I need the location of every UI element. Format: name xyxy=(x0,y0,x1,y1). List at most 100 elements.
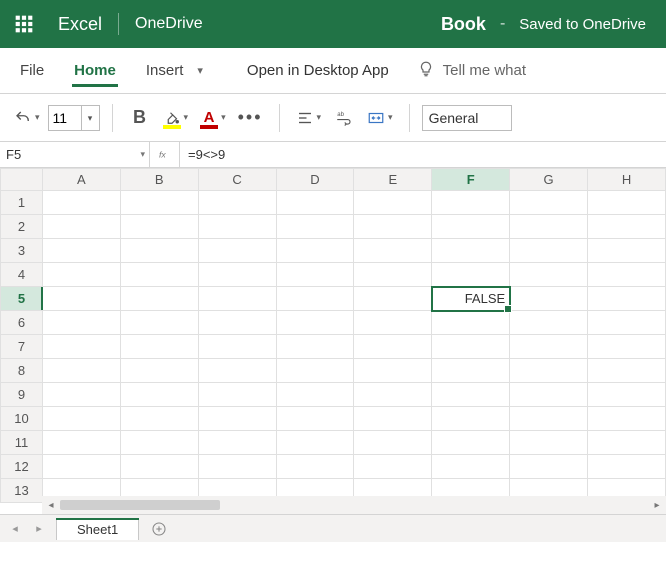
undo-button[interactable]: ▾ xyxy=(10,103,44,133)
cell[interactable] xyxy=(588,311,666,335)
cell[interactable] xyxy=(432,455,510,479)
cell[interactable] xyxy=(510,215,588,239)
cell[interactable] xyxy=(120,359,198,383)
merge-button[interactable]: ▾ xyxy=(363,103,397,133)
cell[interactable] xyxy=(354,455,432,479)
cell[interactable] xyxy=(120,287,198,311)
tab-home[interactable]: Home xyxy=(60,48,130,93)
location-label[interactable]: OneDrive xyxy=(135,15,203,33)
cell[interactable] xyxy=(276,431,354,455)
cell[interactable] xyxy=(42,287,120,311)
cell[interactable] xyxy=(198,287,276,311)
cell[interactable] xyxy=(42,431,120,455)
scroll-thumb[interactable] xyxy=(60,500,220,510)
cell[interactable] xyxy=(42,335,120,359)
cell[interactable] xyxy=(354,383,432,407)
column-header[interactable]: F xyxy=(432,169,510,191)
cell[interactable] xyxy=(588,215,666,239)
cell[interactable] xyxy=(354,215,432,239)
chevron-down-icon[interactable]: ▾ xyxy=(140,149,145,160)
cell[interactable] xyxy=(432,311,510,335)
font-size-input[interactable]: ▾ xyxy=(48,105,100,131)
spreadsheet-grid[interactable]: ABCDEFGH 12345FALSE678910111213 xyxy=(0,168,666,503)
row-header[interactable]: 13 xyxy=(1,479,43,503)
cell[interactable] xyxy=(432,215,510,239)
tab-insert[interactable]: Insert xyxy=(132,48,198,93)
cell[interactable] xyxy=(120,311,198,335)
fill-color-button[interactable]: ▾ xyxy=(159,103,193,133)
cell[interactable] xyxy=(588,191,666,215)
row-header[interactable]: 12 xyxy=(1,455,43,479)
cell[interactable] xyxy=(120,263,198,287)
select-all-corner[interactable] xyxy=(1,169,43,191)
column-header[interactable]: C xyxy=(198,169,276,191)
cell[interactable] xyxy=(432,383,510,407)
cell[interactable] xyxy=(120,239,198,263)
row-header[interactable]: 3 xyxy=(1,239,43,263)
sheet-tab[interactable]: Sheet1 xyxy=(56,518,139,540)
horizontal-scrollbar[interactable]: ◂ ▸ xyxy=(42,496,666,514)
number-format-select[interactable]: General xyxy=(422,105,512,131)
cell[interactable] xyxy=(510,287,588,311)
cell[interactable] xyxy=(120,407,198,431)
cell[interactable] xyxy=(510,383,588,407)
font-color-button[interactable]: A ▾ xyxy=(196,103,230,133)
cell[interactable] xyxy=(510,335,588,359)
row-header[interactable]: 7 xyxy=(1,335,43,359)
row-header[interactable]: 11 xyxy=(1,431,43,455)
cell[interactable] xyxy=(198,335,276,359)
cell[interactable] xyxy=(198,191,276,215)
cell[interactable] xyxy=(42,239,120,263)
fx-icon[interactable]: fx xyxy=(150,142,180,167)
cell[interactable] xyxy=(198,215,276,239)
cell[interactable] xyxy=(276,215,354,239)
cell[interactable] xyxy=(120,335,198,359)
cell[interactable] xyxy=(432,239,510,263)
cell[interactable] xyxy=(276,191,354,215)
cell[interactable] xyxy=(198,263,276,287)
more-tabs-chevron-icon[interactable]: ▾ xyxy=(193,60,207,81)
cell[interactable] xyxy=(42,311,120,335)
cell[interactable] xyxy=(432,359,510,383)
row-header[interactable]: 5 xyxy=(1,287,43,311)
font-size-value[interactable] xyxy=(49,110,81,126)
cell[interactable] xyxy=(354,407,432,431)
row-header[interactable]: 4 xyxy=(1,263,43,287)
sheet-nav-next-icon[interactable]: ▸ xyxy=(28,522,50,535)
cell[interactable] xyxy=(120,455,198,479)
cell[interactable] xyxy=(432,407,510,431)
cell[interactable] xyxy=(42,359,120,383)
tab-file[interactable]: File xyxy=(6,48,58,93)
app-name[interactable]: Excel xyxy=(58,14,102,35)
cell[interactable] xyxy=(276,239,354,263)
cell[interactable] xyxy=(588,335,666,359)
row-header[interactable]: 8 xyxy=(1,359,43,383)
row-header[interactable]: 1 xyxy=(1,191,43,215)
cell[interactable] xyxy=(510,191,588,215)
cell[interactable] xyxy=(354,311,432,335)
row-header[interactable]: 2 xyxy=(1,215,43,239)
cell[interactable] xyxy=(42,191,120,215)
more-formatting-button[interactable]: ••• xyxy=(234,103,267,133)
cell[interactable] xyxy=(354,191,432,215)
cell[interactable] xyxy=(42,455,120,479)
cell[interactable] xyxy=(120,215,198,239)
cell[interactable] xyxy=(510,239,588,263)
app-launcher-icon[interactable] xyxy=(8,8,40,40)
cell[interactable] xyxy=(354,263,432,287)
font-size-dropdown-icon[interactable]: ▾ xyxy=(81,106,99,130)
row-header[interactable]: 10 xyxy=(1,407,43,431)
document-name[interactable]: Book xyxy=(441,14,486,35)
cell[interactable] xyxy=(432,431,510,455)
cell[interactable] xyxy=(276,455,354,479)
open-in-desktop-button[interactable]: Open in Desktop App xyxy=(239,62,397,79)
cell[interactable] xyxy=(198,383,276,407)
cell[interactable] xyxy=(42,407,120,431)
column-header[interactable]: A xyxy=(42,169,120,191)
cell[interactable] xyxy=(120,383,198,407)
column-header[interactable]: H xyxy=(588,169,666,191)
formula-bar[interactable]: =9<>9 xyxy=(180,142,666,167)
column-header[interactable]: G xyxy=(510,169,588,191)
cell[interactable] xyxy=(198,311,276,335)
cell[interactable] xyxy=(276,263,354,287)
